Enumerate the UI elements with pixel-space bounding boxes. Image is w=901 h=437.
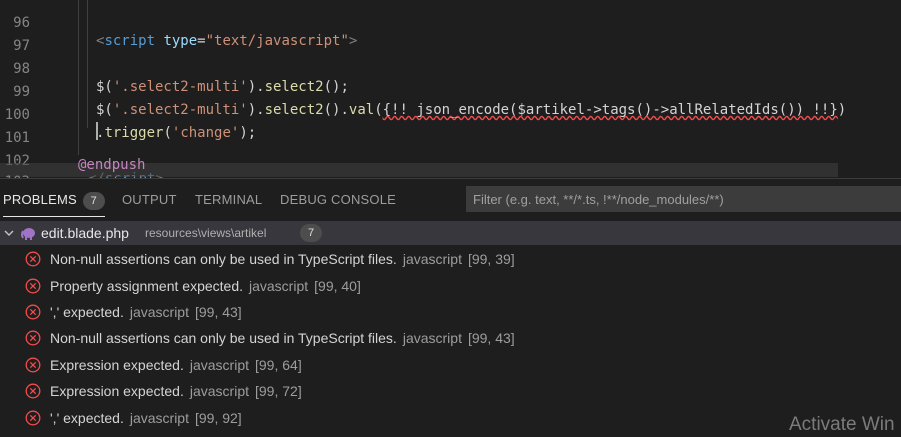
tab-debug-console[interactable]: DEBUG CONSOLE bbox=[280, 187, 396, 217]
problem-item[interactable]: ',' expected. javascript [99, 43] bbox=[0, 299, 901, 325]
problem-message: Non-null assertions can only be used in … bbox=[50, 251, 397, 267]
problem-position: [99, 64] bbox=[255, 357, 302, 373]
error-circle-icon bbox=[25, 357, 41, 373]
problem-position: [99, 72] bbox=[255, 383, 302, 399]
problem-source: javascript bbox=[249, 278, 309, 294]
panel-tabs: PROBLEMS 7 OUTPUT TERMINAL DEBUG CONSOLE bbox=[0, 187, 460, 217]
file-path: resources\views\artikel bbox=[145, 226, 267, 240]
tab-terminal[interactable]: TERMINAL bbox=[195, 187, 262, 217]
code-line-101: 101 bbox=[0, 109, 901, 146]
problem-message: Property assignment expected. bbox=[50, 278, 243, 294]
problem-item[interactable]: Property assignment expected. javascript [… bbox=[0, 273, 901, 299]
error-circle-icon bbox=[25, 330, 41, 346]
problem-position: [99, 43] bbox=[467, 330, 515, 346]
code-line-99: 99 $('.select2-multi').select2().val({!!… bbox=[0, 63, 901, 118]
filter-input[interactable] bbox=[466, 186, 901, 212]
activate-windows-watermark: Activate Win bbox=[789, 414, 895, 435]
file-problem-count-badge: 7 bbox=[300, 224, 322, 242]
error-circle-icon bbox=[25, 251, 41, 267]
problem-position: [99, 92] bbox=[194, 410, 242, 426]
problem-source: javascript bbox=[129, 304, 189, 320]
error-circle-icon bbox=[25, 304, 41, 320]
problem-position: [99, 43] bbox=[194, 304, 242, 320]
problem-message: Expression expected. bbox=[50, 383, 184, 399]
error-circle-icon bbox=[25, 383, 41, 399]
error-circle-icon bbox=[25, 278, 41, 294]
problem-position: [99, 39] bbox=[467, 251, 515, 267]
problem-file-group[interactable]: edit.blade.php resources\views\artikel 7 bbox=[0, 221, 901, 245]
code-line-100: 100 .trigger('change'); bbox=[0, 86, 901, 141]
code-line-102: 102 </script> bbox=[0, 132, 901, 178]
file-name: edit.blade.php bbox=[41, 225, 129, 241]
problems-panel: PROBLEMS 7 OUTPUT TERMINAL DEBUG CONSOLE … bbox=[0, 178, 901, 437]
code-line-98: 98 $('.select2-multi').select2(); bbox=[0, 40, 901, 95]
problem-message: Expression expected. bbox=[50, 357, 184, 373]
tab-problems[interactable]: PROBLEMS 7 bbox=[3, 187, 105, 217]
problem-source: javascript bbox=[189, 357, 249, 373]
code-text[interactable]: @endpush bbox=[78, 155, 145, 175]
problems-count-badge: 7 bbox=[82, 192, 105, 210]
problem-source: javascript bbox=[189, 383, 249, 399]
problem-item[interactable]: Expression expected. javascript [99, 64] bbox=[0, 352, 901, 378]
problem-item[interactable]: Expression expected. javascript [99, 72] bbox=[0, 378, 901, 404]
problem-message: Non-null assertions can only be used in … bbox=[50, 330, 397, 346]
problem-message: ',' expected. bbox=[50, 410, 124, 426]
problem-item[interactable]: ',' expected. javascript [99, 92] bbox=[0, 405, 901, 431]
problem-item[interactable]: Non-null assertions can only be used in … bbox=[0, 325, 901, 351]
problem-source: javascript bbox=[402, 251, 462, 267]
chevron-down-icon[interactable] bbox=[2, 226, 16, 240]
code-editor[interactable]: 96 <script type="text/javascript"> 97 98… bbox=[0, 0, 901, 178]
problem-source: javascript bbox=[402, 330, 462, 346]
error-circle-icon bbox=[25, 410, 41, 426]
problem-source: javascript bbox=[129, 410, 189, 426]
code-line-96: 96 <script type="text/javascript"> bbox=[0, 0, 901, 49]
problem-item[interactable]: Non-null assertions can only be used in … bbox=[0, 246, 901, 272]
line-number: 103 bbox=[0, 171, 30, 178]
php-elephant-icon bbox=[20, 226, 35, 240]
problem-message: ',' expected. bbox=[50, 304, 124, 320]
problem-position: [99, 40] bbox=[314, 278, 361, 294]
tab-output[interactable]: OUTPUT bbox=[122, 187, 177, 217]
code-line-97: 97 bbox=[0, 17, 901, 54]
